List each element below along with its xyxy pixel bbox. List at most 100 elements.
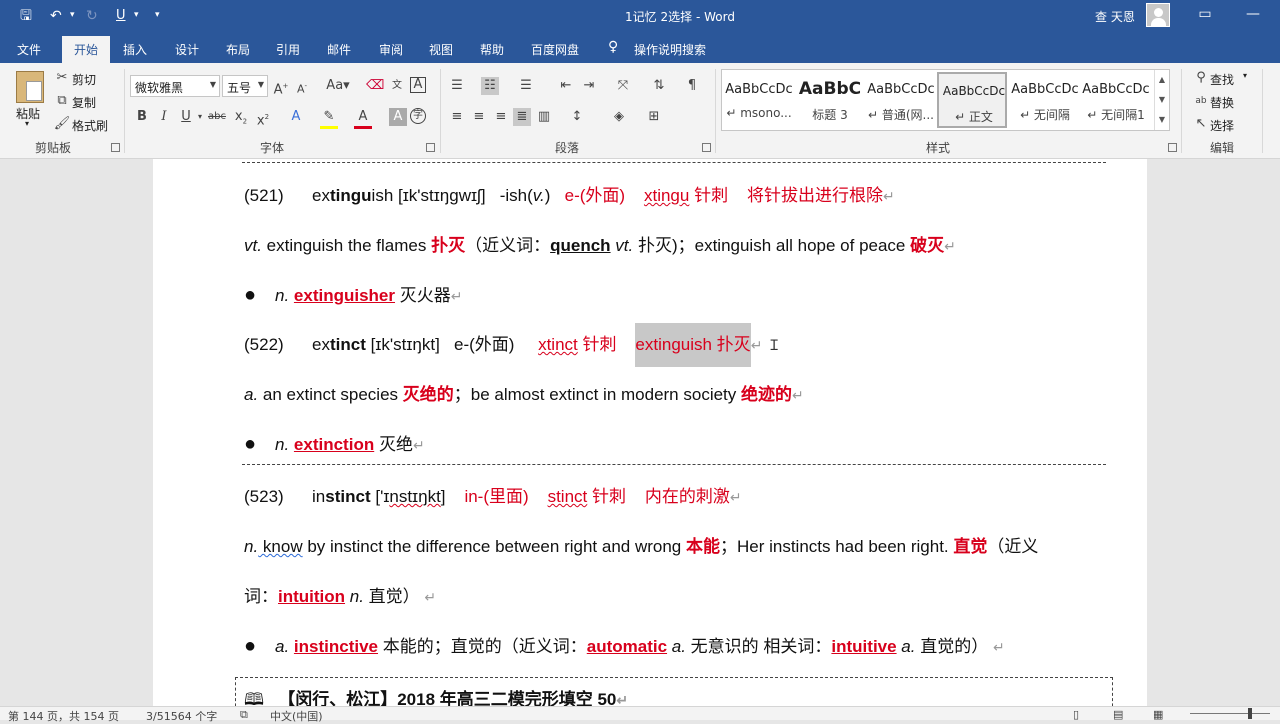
change-case-icon[interactable]: Aa▾ (324, 77, 352, 95)
font-color-icon[interactable]: A (354, 108, 372, 129)
font-name-combo[interactable]: 微软雅黑 ▼ (130, 75, 220, 97)
increase-indent-icon[interactable]: ⇥ (580, 77, 598, 95)
user-name[interactable]: 查 天恩 (1095, 8, 1135, 25)
chevron-down-icon[interactable]: ▼ (210, 80, 216, 89)
bold-icon[interactable]: B (133, 108, 151, 126)
bullets-icon[interactable]: ☰ (448, 77, 466, 95)
grow-font-icon[interactable]: A+ (272, 77, 290, 99)
page-count[interactable]: 第 144 页，共 154 页 (8, 708, 119, 724)
underline-dropdown-icon[interactable]: ▾ (134, 10, 139, 20)
undo-icon[interactable]: ↶ (50, 6, 62, 26)
minimize-icon[interactable]: — (1238, 6, 1268, 22)
find-button[interactable]: 查找 (1210, 71, 1234, 88)
copy-icon[interactable]: ⧉ (53, 92, 71, 110)
tab-baidu-netdisk[interactable]: 百度网盘 (531, 41, 579, 58)
redo-icon[interactable]: ↻ (86, 6, 98, 26)
document-page[interactable]: (521) extinguish [ɪk'stɪŋgwɪʃ] -ish(v.) … (153, 159, 1147, 706)
character-border-icon[interactable]: A (410, 77, 426, 93)
select-button[interactable]: 选择 (1210, 117, 1234, 134)
line-spacing-icon[interactable]: ↕ (568, 108, 586, 126)
shrink-font-icon[interactable]: A- (293, 77, 311, 99)
tab-design[interactable]: 设计 (175, 41, 199, 58)
chevron-down-icon[interactable]: ▼ (258, 80, 264, 89)
save-icon[interactable]: 🖫 (20, 6, 32, 26)
character-shading-icon[interactable]: A (389, 108, 407, 126)
format-painter-icon[interactable]: 🖌 (53, 115, 71, 133)
zoom-slider[interactable] (1190, 713, 1270, 714)
show-marks-icon[interactable]: ¶ (683, 77, 701, 95)
paste-dropdown-icon[interactable]: ▾ (25, 119, 29, 128)
replace-icon[interactable]: ab (1192, 92, 1210, 110)
distributed-icon[interactable]: ▥ (535, 108, 553, 126)
cut-button[interactable]: 剪切 (72, 71, 96, 88)
dashed-divider (242, 464, 1106, 465)
style-tile[interactable]: AaBbCcDc ↵ 无间隔 (1010, 72, 1080, 128)
tab-references[interactable]: 引用 (276, 41, 300, 58)
font-launcher-icon[interactable] (426, 143, 435, 152)
style-tile[interactable]: AaBbCcDc ↵ msono... (724, 72, 794, 128)
style-tile[interactable]: AaBbC 标题 3 (795, 72, 865, 128)
tell-me-search[interactable]: 操作说明搜索 (634, 41, 706, 58)
undo-dropdown-icon[interactable]: ▾ (70, 10, 75, 20)
paste-icon[interactable] (16, 71, 44, 103)
decrease-indent-icon[interactable]: ⇤ (557, 77, 575, 95)
find-icon[interactable]: ⚲ (1192, 69, 1210, 87)
tab-mailings[interactable]: 邮件 (327, 41, 351, 58)
read-mode-icon[interactable]: ▯ (1073, 708, 1079, 721)
underline-quick-button[interactable]: U (116, 6, 126, 26)
multilevel-list-icon[interactable]: ☰ (517, 77, 535, 95)
subscript-icon[interactable]: x2 (232, 108, 250, 131)
tab-insert[interactable]: 插入 (123, 41, 147, 58)
replace-button[interactable]: 替换 (1210, 94, 1234, 111)
find-dropdown-icon[interactable]: ▾ (1243, 71, 1247, 80)
copy-button[interactable]: 复制 (72, 94, 96, 111)
avatar[interactable] (1146, 3, 1170, 27)
text-effects-icon[interactable]: A (287, 108, 305, 126)
style-tile-selected[interactable]: AaBbCcDc ↵ 正文 (937, 72, 1007, 128)
italic-icon[interactable]: I (155, 108, 173, 126)
selected-text[interactable]: extinguish 扑灭 (635, 323, 751, 367)
web-layout-icon[interactable]: ▦ (1153, 708, 1163, 721)
print-layout-icon[interactable]: ▤ (1113, 708, 1123, 721)
font-size-combo[interactable]: 五号 ▼ (222, 75, 268, 97)
style-tile[interactable]: AaBbCcDc ↵ 普通(网... (866, 72, 936, 128)
borders-icon[interactable]: ⊞ (645, 108, 663, 126)
numbering-icon[interactable]: ☷ (481, 77, 499, 95)
justify-icon[interactable]: ≣ (513, 108, 531, 126)
tab-view[interactable]: 视图 (429, 41, 453, 58)
align-center-icon[interactable]: ≡ (470, 108, 488, 126)
entry-523-header: (523) instinct ['ɪnstɪŋkt] in-(里面) stinc… (244, 487, 742, 506)
chinese-layout-icon[interactable]: ⤧ (614, 77, 632, 95)
tab-help[interactable]: 帮助 (480, 41, 504, 58)
customize-icon[interactable]: ▾ (155, 10, 160, 20)
strikethrough-icon[interactable]: abc (208, 108, 226, 126)
align-right-icon[interactable]: ≡ (492, 108, 510, 126)
format-painter-button[interactable]: 格式刷 (72, 117, 108, 134)
underline-dropdown-icon[interactable]: ▾ (191, 108, 209, 126)
sort-icon[interactable]: ⇅ (650, 77, 668, 95)
paragraph-launcher-icon[interactable] (702, 143, 711, 152)
ribbon-display-icon[interactable]: ▭ (1190, 6, 1220, 22)
tab-home[interactable]: 开始 (62, 36, 110, 63)
highlight-icon[interactable]: ✎ (320, 108, 338, 129)
entry-522-line-3: ● n. extinction 灭绝↵ (244, 433, 425, 455)
tab-review[interactable]: 审阅 (379, 41, 403, 58)
select-icon[interactable]: ↖ (1192, 115, 1210, 133)
align-left-icon[interactable]: ≡ (448, 108, 466, 126)
tab-file[interactable]: 文件 (17, 41, 41, 58)
phonetic-guide-icon[interactable]: 文 (388, 77, 406, 95)
zoom-slider-thumb[interactable] (1248, 708, 1252, 719)
styles-scroll[interactable]: ▲ ▼ ▼ (1154, 70, 1169, 130)
shading-icon[interactable]: ◈ (610, 108, 628, 126)
word-count[interactable]: 3/51564 个字 (146, 708, 217, 724)
clear-formatting-icon[interactable]: ⌫ (366, 77, 384, 95)
tab-layout[interactable]: 布局 (226, 41, 250, 58)
language-indicator[interactable]: 中文(中国) (270, 708, 323, 724)
superscript-icon[interactable]: x2 (254, 108, 272, 130)
font-group-label: 字体 (260, 141, 285, 155)
clipboard-launcher-icon[interactable] (111, 143, 120, 152)
cut-icon[interactable]: ✂ (53, 69, 71, 87)
styles-launcher-icon[interactable] (1168, 143, 1177, 152)
enclose-characters-icon[interactable]: 字 (410, 108, 426, 124)
style-tile[interactable]: AaBbCcDc ↵ 无间隔1 (1081, 72, 1151, 128)
